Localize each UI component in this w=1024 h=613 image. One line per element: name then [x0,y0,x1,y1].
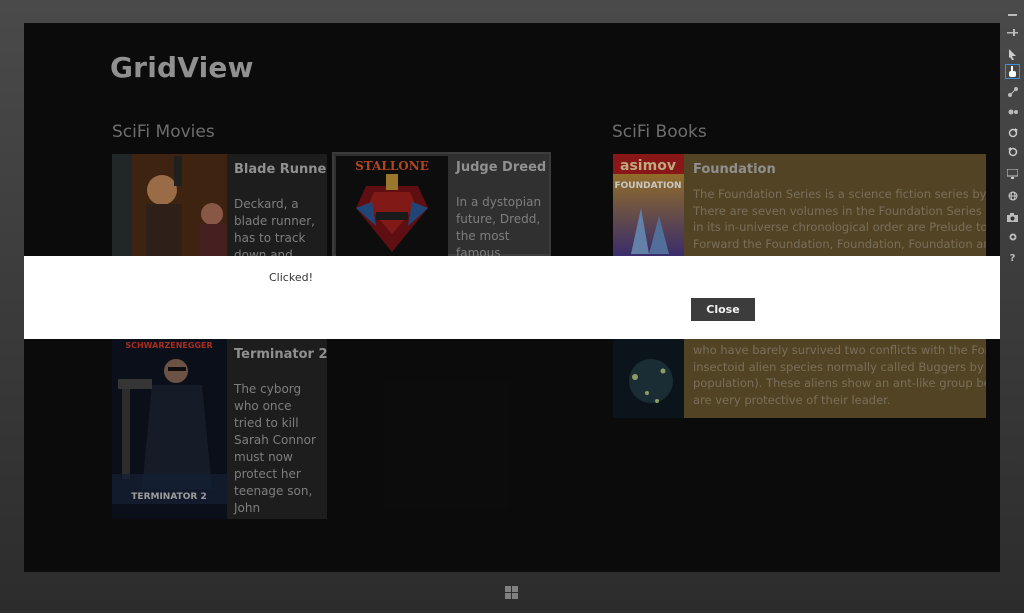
settings-icon[interactable] [1005,229,1020,244]
group-title-movies: SciFi Movies [112,122,215,142]
terminator-2-poster-title: TERMINATOR 2 [131,492,206,502]
movie-title: Terminator 2 [234,347,327,362]
page-title: GridView [110,51,254,84]
movie-info: Terminator 2 The cyborg who once tried t… [227,339,327,519]
book-description-line: are very protective of their leader. [693,392,891,407]
rotate-cw-icon[interactable] [1005,125,1020,140]
monitor-icon[interactable] [1005,166,1020,181]
camera-icon[interactable] [1005,210,1020,225]
book-title: Foundation [693,162,776,177]
book-description-line: in its in-universe chronological order a… [693,220,986,234]
movie-title: Judge Dreed [456,160,547,175]
globe-icon[interactable] [1005,188,1020,203]
book-description-line: The Foundation Series is a science ficti… [693,187,986,201]
book-info: Foundation The Foundation Series is a sc… [686,154,986,256]
book-description-line: There are seven volumes in the Foundatio… [693,203,986,218]
movie-tile-terminator-2[interactable]: SCHWARZENEGGER TERMINATOR 2 Terminator 2… [112,339,327,519]
terminator-2-poster-caption: SCHWARZENEGGER [125,341,212,350]
movie-info: Judge Dreed In a dystopian future, Dredd… [449,152,551,256]
movie-description: In a dystopian future, Dredd, the most f… [456,195,542,256]
app-screen: GridView SciFi Movies SciFi Books Blade … [24,23,1000,572]
pinch-icon[interactable] [1005,84,1020,99]
book-tile-foundation[interactable]: asimov FOUNDATION Foundation The Foundat… [613,154,986,256]
pin-icon[interactable] [1005,25,1020,40]
foundation-cover-title: FOUNDATION [614,181,681,191]
foundation-cover: asimov FOUNDATION [613,154,684,256]
judge-dredd-poster: STALLONE [336,156,448,256]
close-button[interactable]: Close [691,298,755,321]
book-description-line: Forward the Foundation, Foundation, Foun… [693,236,986,251]
movie-tile-judge-dreed[interactable]: STALLONE Judge Dreed In a dystopian futu… [332,152,551,256]
book-description-line: insectoid alien species normally called … [693,359,986,374]
book-description: who have barely survived two conflicts w… [693,342,986,408]
movie-description: The cyborg who once tried to kill Sarah … [234,382,316,519]
rotate-icon[interactable] [1005,103,1020,118]
book-description: The Foundation Series is a science ficti… [693,186,986,252]
judge-dredd-poster-caption: STALLONE [355,159,429,173]
dialog-message: Clicked! [269,271,313,284]
movie-description: Deckard, a blade runner, has to track do… [234,197,315,256]
terminator-2-poster: SCHWARZENEGGER TERMINATOR 2 [112,339,227,519]
blade-runner-poster [112,154,227,256]
hand-icon[interactable] [1005,64,1020,79]
simulator-frame: GridView SciFi Movies SciFi Books Blade … [0,0,1024,613]
movie-tile-blade-runner[interactable]: Blade Runner Deckard, a blade runner, ha… [112,154,327,256]
help-icon[interactable]: ? [1005,251,1020,266]
movie-title: Blade Runner [234,162,327,177]
pointer-icon[interactable] [1005,47,1020,62]
windows-logo-icon[interactable] [505,586,518,599]
message-dialog: Clicked! Close [24,256,1000,339]
simulator-toolbar: ? [1003,3,1022,273]
movie-info: Blade Runner Deckard, a blade runner, ha… [227,154,327,256]
rotate-ccw-icon[interactable] [1005,144,1020,159]
book-description-line: population). These aliens show an ant-li… [693,376,986,390]
book-description-line: who have barely survived two conflicts w… [693,343,986,357]
group-title-books: SciFi Books [612,122,707,142]
minimize-icon[interactable] [1005,7,1020,22]
foundation-cover-brand: asimov [620,158,676,174]
